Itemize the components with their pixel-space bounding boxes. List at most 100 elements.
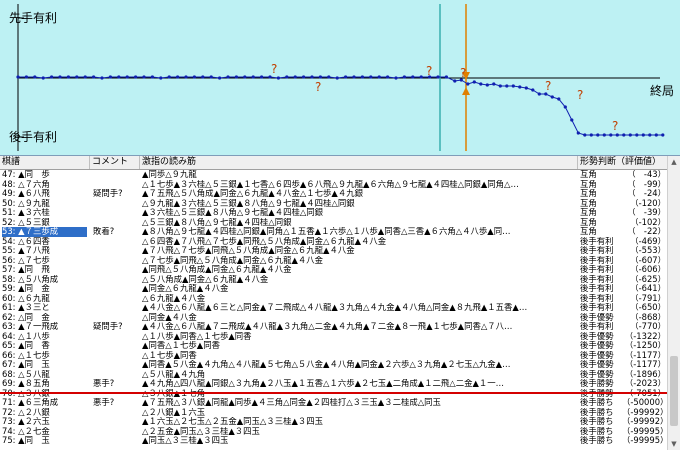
table-row[interactable]: 49: ▲６八飛 疑問手? ▲７五飛△５八角成▲同金△６九龍▲４八金△１七歩▲４九銀…	[0, 189, 668, 199]
eval-point	[184, 75, 188, 79]
scroll-thumb[interactable]	[670, 356, 678, 426]
engine-line-cell: △５八龍▲４九角	[142, 369, 206, 379]
eval-point	[201, 75, 205, 79]
table-row[interactable]: 61: ▲３三と ▲４八金△６八龍▲６三と△同金▲７二飛成△４八龍▲３九角△４九金…	[0, 303, 668, 313]
table-row[interactable]: 62: △同 金 △同金▲４八金 後手優勢 （-868）	[0, 313, 668, 323]
eval-point	[654, 133, 658, 137]
table-row[interactable]: 71: ▲６三角成 悪手? ▲７五飛△３八銀▲同龍▲同歩▲４三角△同金▲２四桂打△３…	[0, 398, 668, 408]
column-header-engine-line[interactable]: 激指の読み筋	[140, 156, 578, 169]
move-cell: 60: △６九龍	[2, 293, 50, 303]
vertical-scrollbar[interactable]: ▲ ▼	[667, 156, 680, 450]
graph-question-mark: ?	[271, 62, 278, 76]
move-cell: 61: ▲３三と	[2, 303, 50, 312]
eval-point	[335, 76, 339, 80]
table-row[interactable]: 69: ▲８五角 悪手? ▲４九角△四八龍▲同銀△３九角▲２八玉▲１五香△１六歩▲２…	[0, 379, 668, 389]
table-row[interactable]: 72: △２八銀 △２八銀▲１六玉 後手勝ち （-99992）	[0, 408, 668, 418]
eval-value-cell: （-99992）	[622, 417, 666, 426]
eval-point	[142, 75, 146, 79]
judgement-cell: 後手優勢	[580, 360, 614, 369]
eval-value-cell: （-650）	[630, 303, 666, 312]
judgement-cell: 互角	[580, 208, 597, 217]
table-row[interactable]: 68: △５八龍 △５八龍▲４九角 後手優勢 （-1896）	[0, 370, 668, 380]
column-header-move[interactable]: 棋譜	[0, 156, 90, 169]
move-cell: 51: ▲３六桂	[2, 208, 50, 217]
eval-value-cell: （-607）	[630, 255, 666, 265]
eval-point	[436, 75, 440, 79]
move-cell: 72: △２八銀	[2, 407, 50, 417]
eval-point	[589, 133, 593, 137]
column-header-judgement[interactable]: 形勢判断（評価値）	[578, 156, 668, 169]
eval-point	[596, 133, 600, 137]
eval-point	[285, 75, 289, 79]
eval-point	[570, 118, 574, 122]
engine-line-cell: △同金▲４八金	[142, 312, 197, 322]
table-row[interactable]: 74: △２七金 △２五金▲同玉△３三桂▲３四玉 後手勝ち （-99995）	[0, 427, 668, 437]
eval-point	[377, 75, 381, 79]
column-header-comment[interactable]: コメント	[90, 156, 140, 169]
table-row[interactable]: 53: ▲７三歩成 敗着? ▲８八角△９七龍▲４四桂△同銀▲同角△１五香▲１六歩△１…	[0, 227, 668, 237]
table-row[interactable]: 55: ▲７八飛 ▲７八飛△７七歩▲同飛△５八角成▲同金△６九龍▲４八金 後手有利 （…	[0, 246, 668, 256]
scroll-up-icon[interactable]: ▲	[668, 156, 680, 168]
eval-point	[369, 75, 373, 79]
scroll-down-icon[interactable]: ▼	[668, 438, 680, 450]
eval-value-cell: （-770）	[630, 322, 666, 331]
table-row[interactable]: 48: △７六角 △１七歩▲３六桂△５三銀▲１七香△６四歩▲６八飛△９九龍▲６六角…	[0, 180, 668, 190]
move-cell: 68: △５八龍	[2, 369, 50, 379]
table-row[interactable]: 66: △１七歩 △１七歩▲同香 後手優勢 （-1177）	[0, 351, 668, 361]
table-row[interactable]: 54: △６四香 △６四香▲７八飛△７七歩▲同飛△５八角成▲同金△６九龍▲４八金 後…	[0, 237, 668, 247]
eval-point	[524, 86, 528, 90]
table-row[interactable]: 51: ▲３六桂 ▲３六桂△５三銀▲８八角△９七龍▲４四桂△同銀 互角 （ -39）	[0, 208, 668, 218]
eval-point	[472, 80, 476, 84]
eval-point	[615, 133, 619, 137]
table-row[interactable]: 60: △６九龍 △６九龍▲４八金 後手有利 （-791）	[0, 294, 668, 304]
move-cell: 67: ▲同 玉	[2, 360, 50, 369]
eval-point	[318, 75, 322, 79]
judgement-cell: 後手有利	[580, 284, 614, 293]
engine-line-cell: ▲同玉△３三桂▲３四玉	[142, 436, 229, 445]
table-row[interactable]: 64: △１八歩 △１八歩▲同香△１七歩▲同香 後手優勢 （-1322）	[0, 332, 668, 342]
table-row[interactable]: 47: ▲同 歩 ▲同歩△９九龍 互角 （ -43）	[0, 170, 668, 180]
judgement-cell: 後手有利	[580, 246, 614, 255]
judgement-cell: 後手勝ち	[580, 436, 614, 445]
table-row[interactable]: 57: ▲同 飛 ▲同飛△５八角成▲同金△６九龍▲４八金 後手有利 （-606）	[0, 265, 668, 275]
table-row[interactable]: 52: △５三銀 △５三銀▲８八角△９七龍▲４四桂△同銀 互角 （-102）	[0, 218, 668, 228]
engine-line-cell: ▲４九角△四八龍▲同銀△３九角▲２八玉▲１五香△１六歩▲２七玉▲二角成▲１二飛△…	[142, 379, 505, 388]
eval-value-cell: （-50000）	[622, 398, 666, 407]
table-row[interactable]: 50: △９九龍 △９九龍▲３六桂△５三銀▲８八角△９七龍▲４四桂△同銀 互角 （-1…	[0, 199, 668, 209]
eval-point	[602, 133, 606, 137]
table-row[interactable]: 63: ▲７一飛成 疑問手? ▲４八金△６八龍▲７二飛成▲４八龍▲３九角△二金▲４九…	[0, 322, 668, 332]
engine-line-cell: △６九龍▲４八金	[142, 293, 206, 303]
eval-value-cell: （-1250）	[624, 341, 666, 350]
eval-point	[531, 88, 535, 92]
move-cell: 48: △７六角	[2, 179, 50, 189]
table-row[interactable]: 58: △５八角成 △５八角成▲同金△６九龍▲４八金 後手有利 （-625）	[0, 275, 668, 285]
judgement-cell: 後手優勢	[580, 369, 614, 379]
eval-point	[453, 79, 457, 83]
eval-point	[58, 75, 62, 79]
eval-value-cell: （-99995）	[622, 436, 666, 445]
move-cell: 65: ▲同 香	[2, 341, 50, 350]
table-row[interactable]: 75: ▲同 玉 ▲同玉△３三桂▲３四玉 後手勝ち （-99995）	[0, 436, 668, 446]
table-row[interactable]: 65: ▲同 香 ▲同香△１七歩▲同香 後手優勢 （-1250）	[0, 341, 668, 351]
eval-value-cell: （-99992）	[622, 407, 666, 417]
judgement-cell: 後手優勢	[580, 350, 614, 360]
eval-value-cell: （ -24）	[627, 189, 666, 198]
evaluation-graph-canvas[interactable]	[0, 0, 680, 155]
eval-value-cell: （-120）	[630, 198, 666, 208]
move-rows: 47: ▲同 歩 ▲同歩△９九龍 互角（ -43） 48: △７六角 △１七歩▲３六桂△…	[0, 170, 668, 446]
engine-line-cell: △５八角成▲同金△６九龍▲４八金	[142, 274, 269, 284]
analysis-list[interactable]: 棋譜 コメント 激指の読み筋 形勢判断（評価値） 47: ▲同 歩 ▲同歩△９九龍…	[0, 156, 680, 450]
table-row[interactable]: 67: ▲同 玉 ▲同香▲５八金▲４九角△４八龍▲５七角△５八金▲４八角▲同金▲２…	[0, 360, 668, 370]
table-row[interactable]: 56: △７七歩 △７七歩▲同飛△５八角成▲同金△６九龍▲４八金 後手有利 （-607…	[0, 256, 668, 266]
eval-point	[108, 75, 112, 79]
move-cell: 64: △１八歩	[2, 331, 50, 341]
eval-point	[117, 75, 121, 79]
move-cell: 59: ▲同 金	[2, 284, 50, 293]
judgement-cell: 後手勝ち	[580, 407, 614, 417]
evaluation-graph[interactable]: 先手有利 後手有利 終局 ? ? ? ? ? ? ?	[0, 0, 680, 156]
table-row[interactable]: 73: ▲２六玉 ▲１六玉△２七玉△２五金▲同玉△３三桂▲３四玉 後手勝ち （-999…	[0, 417, 668, 427]
table-row[interactable]: 59: ▲同 金 ▲同金△６九龍▲４八金 後手有利 （-641）	[0, 284, 668, 294]
comment-cell: 敗着?	[93, 227, 115, 236]
eval-value-cell: （-2023）	[624, 379, 666, 388]
eval-value-cell: （-625）	[630, 274, 666, 284]
